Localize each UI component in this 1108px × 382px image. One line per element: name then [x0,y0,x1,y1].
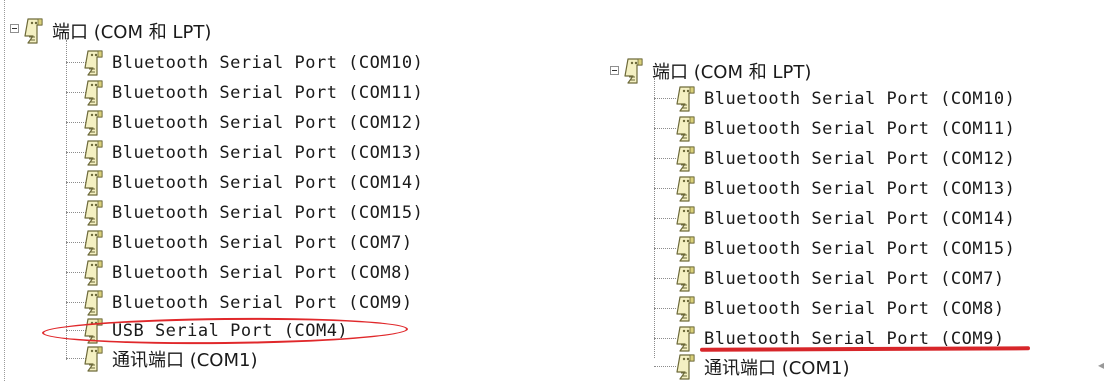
device-label: 通讯端口 (COM1) [704,358,850,379]
serial-port-icon [672,235,698,263]
serial-port-icon [672,145,698,173]
device-label: Bluetooth Serial Port (COM12) [704,149,1016,169]
tree-item-device[interactable]: Bluetooth Serial Port (COM8) [80,258,413,288]
device-label: Bluetooth Serial Port (COM8) [704,299,1005,319]
tree-category-ports[interactable]: 端口 (COM 和 LPT) [620,56,811,86]
serial-port-icon [80,259,106,287]
tree-item-device[interactable]: Bluetooth Serial Port (COM15) [672,234,1015,264]
tree-item-device[interactable]: Bluetooth Serial Port (COM8) [672,294,1005,324]
tree-item-device[interactable]: Bluetooth Serial Port (COM14) [672,204,1015,234]
tree-item-device[interactable]: Bluetooth Serial Port (COM13) [80,138,423,168]
tree-item-device[interactable]: Bluetooth Serial Port (COM11) [672,114,1015,144]
device-label: Bluetooth Serial Port (COM9) [112,293,413,313]
tree-item-device[interactable]: Bluetooth Serial Port (COM10) [80,48,423,78]
serial-port-icon [80,49,106,77]
collapse-toggle[interactable] [10,24,19,33]
device-label: Bluetooth Serial Port (COM15) [112,203,424,223]
category-label: 端口 (COM 和 LPT) [652,62,812,83]
device-label: Bluetooth Serial Port (COM14) [704,209,1016,229]
tree-item-device[interactable]: Bluetooth Serial Port (COM13) [672,174,1015,204]
device-label: Bluetooth Serial Port (COM12) [112,113,424,133]
device-label: Bluetooth Serial Port (COM11) [112,83,424,103]
device-label: Bluetooth Serial Port (COM13) [112,143,424,163]
device-label: Bluetooth Serial Port (COM7) [112,233,413,253]
tree-connector-line [66,40,67,360]
device-tree-after: 端口 (COM 和 LPT) Bluetooth Serial Port (CO… [600,50,1020,381]
tree-item-device[interactable]: Bluetooth Serial Port (COM7) [80,228,413,258]
tree-item-device[interactable]: Bluetooth Serial Port (COM14) [80,168,423,198]
device-label: Bluetooth Serial Port (COM10) [112,53,424,73]
tree-category-ports[interactable]: 端口 (COM 和 LPT) [20,16,211,46]
serial-port-icon [80,109,106,137]
device-label: Bluetooth Serial Port (COM14) [112,173,424,193]
serial-port-icon [672,85,698,113]
tree-item-device[interactable]: Bluetooth Serial Port (COM12) [672,144,1015,174]
tree-item-device[interactable]: Bluetooth Serial Port (COM7) [672,264,1005,294]
device-label: Bluetooth Serial Port (COM7) [704,269,1005,289]
tree-item-device[interactable]: Bluetooth Serial Port (COM9) [80,288,413,318]
device-label: Bluetooth Serial Port (COM15) [704,239,1016,259]
device-label: Bluetooth Serial Port (COM8) [112,263,413,283]
serial-port-icon [672,295,698,323]
device-label: Bluetooth Serial Port (COM11) [704,119,1016,139]
device-label: Bluetooth Serial Port (COM13) [704,179,1016,199]
serial-port-icon [20,17,46,45]
serial-port-icon [80,199,106,227]
serial-port-icon [672,115,698,143]
tree-item-device[interactable]: Bluetooth Serial Port (COM11) [80,78,423,108]
serial-port-icon [80,139,106,167]
tree-item-device[interactable]: Bluetooth Serial Port (COM15) [80,198,423,228]
serial-port-icon [672,325,698,353]
serial-port-icon [80,229,106,257]
tree-item-device[interactable]: 通讯端口 (COM1) [80,344,258,374]
serial-port-icon [80,345,106,373]
serial-port-icon [80,289,106,317]
scroll-arrow-icon[interactable]: ◂ [1098,358,1104,372]
device-label: Bluetooth Serial Port (COM10) [704,89,1016,109]
serial-port-icon [80,79,106,107]
serial-port-icon [672,353,698,381]
serial-port-icon [672,205,698,233]
serial-port-icon [620,57,646,85]
serial-port-icon [672,265,698,293]
tree-item-device[interactable]: Bluetooth Serial Port (COM12) [80,108,423,138]
collapse-toggle[interactable] [610,66,619,75]
serial-port-icon [672,175,698,203]
tree-item-device[interactable]: 通讯端口 (COM1) [672,352,850,382]
category-label: 端口 (COM 和 LPT) [52,22,212,43]
serial-port-icon [80,169,106,197]
device-label: 通讯端口 (COM1) [112,350,258,371]
tree-item-device[interactable]: Bluetooth Serial Port (COM10) [672,84,1015,114]
